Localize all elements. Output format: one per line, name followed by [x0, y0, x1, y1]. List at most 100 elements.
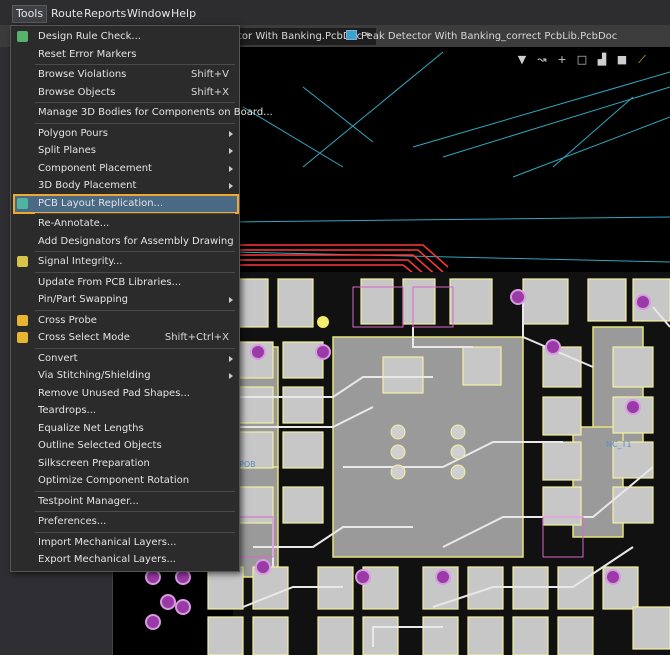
menu-window[interactable]: Window — [127, 6, 170, 22]
menu-item-outline-selected-objects[interactable]: Outline Selected Objects — [11, 437, 239, 455]
menu-item-label: Outline Selected Objects — [38, 440, 162, 451]
menu-item-export-mechanical-layers[interactable]: Export Mechanical Layers... — [11, 551, 239, 569]
menu-separator — [35, 531, 235, 533]
designator-text-nc: NC_T1 — [606, 440, 632, 449]
menu-item-label: Remove Unused Pad Shapes... — [38, 387, 190, 399]
submenu-arrow-icon — [229, 130, 233, 137]
menu-item-label: Import Mechanical Layers... — [38, 536, 177, 548]
menu-item-label: Split Planes — [38, 145, 96, 156]
menu-separator — [35, 122, 235, 124]
menu-item-optimize-component-rotation[interactable]: Optimize Component Rotation — [11, 472, 239, 490]
menu-item-testpoint-manager[interactable]: Testpoint Manager... — [11, 493, 239, 511]
submenu-arrow-icon — [229, 165, 233, 172]
menu-separator — [35, 271, 235, 273]
menu-item-label: Pin/Part Swapping — [38, 294, 129, 305]
submenu-arrow-icon — [229, 183, 233, 189]
menu-route[interactable]: Route — [51, 6, 83, 22]
cross-select-icon — [17, 332, 28, 343]
draw-icon[interactable]: ⟋ — [635, 53, 649, 67]
menu-item-label: Component Placement — [38, 162, 152, 174]
tab-pcblib-document[interactable]: Peak Detector With Banking_correct PcbLi… — [340, 28, 623, 45]
menu-item-design-rule-check[interactable]: Design Rule Check... — [11, 28, 239, 46]
menu-item-label: Cross Probe — [38, 314, 97, 326]
menu-item-label: Testpoint Manager... — [38, 495, 139, 507]
menu-item-via-stitching-shielding[interactable]: Via Stitching/Shielding — [11, 367, 239, 385]
chart-icon[interactable]: ▟ — [595, 53, 609, 67]
cross-probe-icon — [17, 314, 28, 326]
submenu-arrow-icon — [229, 148, 233, 154]
menu-item-label: Via Stitching/Shielding — [38, 370, 151, 381]
drc-icon — [17, 31, 28, 42]
menu-item-pin-part-swapping[interactable]: Pin/Part Swapping — [11, 291, 239, 309]
menu-item-silkscreen-preparation[interactable]: Silkscreen Preparation — [11, 455, 239, 473]
menu-item-label: Cross Select Mode — [38, 332, 130, 343]
filter-icon[interactable]: ▼ — [515, 53, 529, 67]
menu-item-label: Convert — [38, 352, 78, 364]
menu-separator — [35, 511, 235, 512]
menu-item-shortcut: Shift+X — [191, 86, 229, 98]
menu-item-label: Export Mechanical Layers... — [38, 554, 176, 565]
menu-item-add-designators-for-assembly-drawing[interactable]: Add Designators for Assembly Drawing — [11, 233, 239, 251]
menu-tools[interactable]: Tools — [12, 5, 48, 23]
menu-item-signal-integrity[interactable]: Signal Integrity... — [11, 253, 239, 271]
menu-separator — [35, 309, 235, 311]
menu-item-label: Silkscreen Preparation — [38, 457, 150, 469]
submenu-arrow-icon — [229, 373, 233, 379]
submenu-arrow-icon — [229, 355, 233, 362]
menu-separator — [35, 347, 235, 349]
menu-item-label: Optimize Component Rotation — [38, 475, 190, 486]
add-icon[interactable]: + — [555, 53, 569, 67]
menu-item-label: Signal Integrity... — [38, 256, 123, 267]
menu-item-shortcut: Shift+Ctrl+X — [164, 332, 229, 343]
menu-item-manage-3d-bodies-for-components-on-board[interactable]: Manage 3D Bodies for Components on Board… — [11, 104, 273, 122]
menu-item-split-planes[interactable]: Split Planes — [11, 142, 239, 160]
menu-item-label: Teardrops... — [38, 405, 97, 416]
menu-item-teardrops[interactable]: Teardrops... — [11, 402, 239, 420]
menu-separator — [35, 102, 235, 103]
submenu-arrow-icon — [229, 297, 233, 303]
menu-item-reset-error-markers[interactable]: Reset Error Markers — [11, 46, 239, 64]
menu-item-browse-objects[interactable]: Browse Objects Shift+X — [11, 84, 239, 102]
menu-item-browse-violations[interactable]: Browse Violations Shift+V — [11, 66, 239, 84]
menu-item-cross-probe[interactable]: Cross Probe — [11, 312, 239, 330]
menu-item-label: Preferences... — [38, 516, 107, 527]
menu-item-label: Re-Annotate... — [38, 218, 110, 229]
menu-item-cross-select-mode[interactable]: Cross Select Mode Shift+Ctrl+X — [11, 329, 239, 347]
menu-item-re-annotate[interactable]: Re-Annotate... — [11, 215, 239, 233]
menu-item-convert[interactable]: Convert — [11, 350, 239, 368]
menu-item-component-placement[interactable]: Component Placement — [11, 160, 239, 178]
designator-text-pob: POB — [239, 460, 256, 469]
signal-integrity-icon — [17, 256, 28, 267]
route-icon[interactable]: ↝ — [535, 53, 549, 67]
select-icon[interactable]: □ — [575, 53, 589, 67]
menu-item-polygon-pours[interactable]: Polygon Pours — [11, 125, 239, 143]
menu-item-preferences[interactable]: Preferences... — [11, 513, 239, 531]
menu-item-import-mechanical-layers[interactable]: Import Mechanical Layers... — [11, 534, 239, 552]
component-icon[interactable]: ■ — [615, 53, 629, 67]
menu-item-shortcut: Shift+V — [191, 69, 229, 80]
menu-item-label: Update From PCB Libraries... — [38, 276, 182, 288]
menu-item-3d-body-placement[interactable]: 3D Body Placement — [11, 177, 239, 195]
canvas-toolbar: ▼ ↝ + □ ▟ ■ ⟋ — [515, 52, 649, 68]
menu-item-label: Design Rule Check... — [38, 31, 141, 42]
menu-separator — [35, 213, 235, 214]
menu-item-label: PCB Layout Replication... — [38, 197, 164, 209]
menu-help[interactable]: Help — [171, 6, 196, 22]
menu-item-label: Browse Violations — [38, 69, 127, 80]
tools-dropdown-menu: Design Rule Check... Reset Error Markers B… — [10, 25, 273, 572]
menu-item-equalize-net-lengths[interactable]: Equalize Net Lengths — [11, 420, 239, 438]
menu-separator — [35, 64, 235, 65]
menu-item-label: Manage 3D Bodies for Components on Board… — [38, 107, 273, 118]
replication-icon — [17, 197, 28, 209]
menu-item-remove-unused-pad-shapes[interactable]: Remove Unused Pad Shapes... — [11, 385, 239, 403]
menu-reports[interactable]: Reports — [84, 6, 126, 22]
pcb-file-icon — [346, 30, 357, 40]
menu-item-label: 3D Body Placement — [38, 180, 137, 191]
menu-item-label: Polygon Pours — [38, 127, 108, 139]
menu-item-label: Browse Objects — [38, 86, 116, 98]
menu-separator — [35, 251, 235, 252]
menu-item-label: Add Designators for Assembly Drawing — [38, 235, 234, 247]
menu-item-pcb-layout-replication[interactable]: PCB Layout Replication... — [13, 193, 239, 214]
menu-item-update-from-pcb-libraries[interactable]: Update From PCB Libraries... — [11, 274, 239, 292]
menu-item-label: Reset Error Markers — [38, 48, 137, 60]
